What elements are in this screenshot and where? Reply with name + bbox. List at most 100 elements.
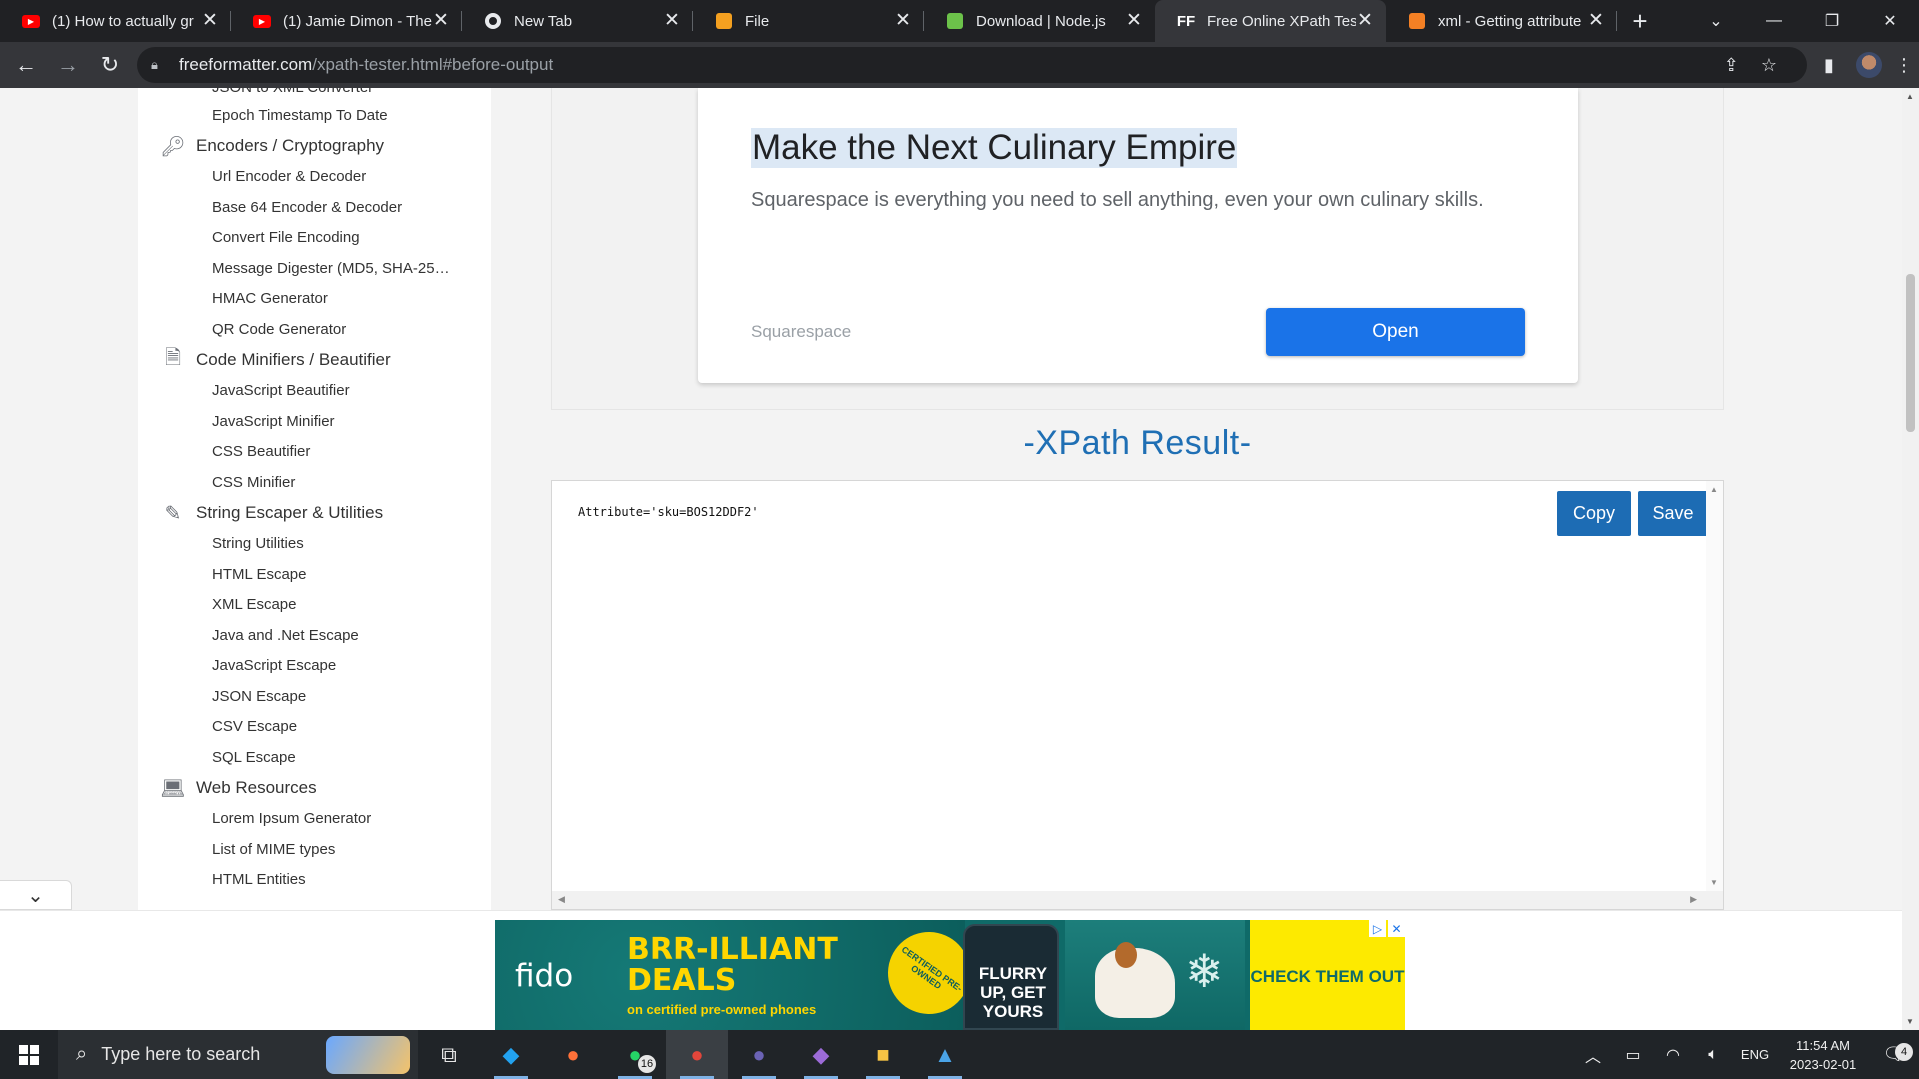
forward-icon[interactable]: → xyxy=(48,45,88,85)
menu-kebab-icon[interactable]: ⋮ xyxy=(1889,42,1919,88)
page-scroll-thumb[interactable] xyxy=(1906,274,1915,432)
result-vertical-scrollbar[interactable]: ▲ ▼ xyxy=(1706,481,1723,891)
taskbar-app[interactable]: ● xyxy=(542,1030,604,1079)
sidebar-section[interactable]: 🗎 Code Minifiers / Beautifier xyxy=(138,345,491,376)
ad-open-button[interactable]: Open xyxy=(1266,308,1525,356)
sidebar-item-cut[interactable]: JSON to XML Converter xyxy=(138,88,491,100)
taskbar-app[interactable]: ◆ xyxy=(790,1030,852,1079)
sidebar-item[interactable]: JavaScript Escape xyxy=(138,651,491,682)
sidebar-item[interactable]: Convert File Encoding xyxy=(138,223,491,254)
share-icon[interactable]: ⇪ xyxy=(1724,55,1739,76)
sidebar-item[interactable]: QR Code Generator xyxy=(138,314,491,345)
page-scroll-up-icon[interactable]: ▲ xyxy=(1906,92,1914,101)
xpath-result-output[interactable]: Attribute='sku=BOS12DDF2' Copy Save ▲ ▼ … xyxy=(551,480,1724,910)
tab-close-icon[interactable]: ✕ xyxy=(1356,11,1374,30)
bookmark-star-icon[interactable]: ☆ xyxy=(1761,55,1777,76)
browser-tab[interactable]: ▶ (1) Jamie Dimon - The ✕ xyxy=(231,0,462,42)
sidebar-item[interactable]: HTML Escape xyxy=(138,559,491,590)
search-highlight-art[interactable] xyxy=(326,1036,410,1074)
sidebar-item[interactable]: JSON Escape xyxy=(138,681,491,712)
sidebar-item[interactable]: Epoch Timestamp To Date xyxy=(138,100,491,131)
tab-close-icon[interactable]: ✕ xyxy=(663,11,681,30)
browser-tab[interactable]: xml - Getting attribute ✕ xyxy=(1386,0,1617,42)
ad-close-icon[interactable]: ✕ xyxy=(1388,920,1405,937)
tab-search-icon[interactable]: ⌄ xyxy=(1687,0,1745,42)
sidebar-item[interactable]: CSS Minifier xyxy=(138,467,491,498)
scroll-right-arrow-icon[interactable]: ▶ xyxy=(1690,894,1697,905)
minimize-icon[interactable]: — xyxy=(1745,0,1803,42)
browser-tab[interactable]: New Tab ✕ xyxy=(462,0,693,42)
sidebar-item[interactable]: String Utilities xyxy=(138,529,491,560)
address-bar[interactable]: 🔒︎ freeformatter.com/xpath-tester.html#b… xyxy=(137,47,1807,83)
sidebar-item[interactable]: XML Escape xyxy=(138,590,491,621)
restore-icon[interactable]: ❐ xyxy=(1803,0,1861,42)
sidebar-item[interactable]: HTML Entities xyxy=(138,865,491,896)
clock[interactable]: 11:54 AM 2023-02-01 xyxy=(1777,1036,1869,1074)
ad-brand[interactable]: Squarespace xyxy=(751,322,851,342)
sidebar-section[interactable]: 🔑︎ Encoders / Cryptography xyxy=(138,131,491,162)
taskbar-app[interactable]: ▲ xyxy=(914,1030,976,1079)
sidebar-item[interactable]: SQL Escape xyxy=(138,742,491,773)
browser-tab[interactable]: FF Free Online XPath Tes ✕ xyxy=(1155,0,1386,42)
start-button[interactable] xyxy=(0,1030,58,1079)
tab-close-icon[interactable]: ✕ xyxy=(201,11,219,30)
sidebar-item[interactable]: CSV Escape xyxy=(138,712,491,743)
sidebar-item[interactable]: HMAC Generator xyxy=(138,284,491,315)
taskbar-app[interactable]: ⧉ xyxy=(418,1030,480,1079)
wifi-icon[interactable]: ◠ xyxy=(1653,1045,1693,1065)
page-scroll-down-icon[interactable]: ▼ xyxy=(1906,1017,1914,1026)
reload-icon[interactable]: ↻ xyxy=(90,45,130,85)
show-hidden-icons-chevron-icon[interactable]: ︿ xyxy=(1573,1043,1613,1067)
sidebar-item[interactable]: Message Digester (MD5, SHA-25… xyxy=(138,253,491,284)
fido-banner-ad[interactable]: fido BRR-ILLIANT DEALS on certified pre-… xyxy=(495,920,1405,1030)
browser-tab[interactable]: Download | Node.js ✕ xyxy=(924,0,1155,42)
side-panel-icon[interactable]: ▮ xyxy=(1809,42,1849,88)
taskbar-search[interactable]: ⌕ Type here to search xyxy=(58,1030,418,1079)
close-window-icon[interactable]: ✕ xyxy=(1861,0,1919,42)
language-indicator[interactable]: ENG xyxy=(1733,1047,1777,1062)
notification-center-icon[interactable]: 🗨︎ 4 xyxy=(1869,1043,1919,1065)
volume-muted-icon[interactable]: 🔈︎ xyxy=(1693,1046,1733,1064)
ad-card[interactable]: Make the Next Culinary Empire Squarespac… xyxy=(698,88,1578,383)
profile-avatar[interactable] xyxy=(1849,42,1889,88)
sidebar-item[interactable]: CSS Beautifier xyxy=(138,437,491,468)
sidebar-item[interactable]: Java and .Net Escape xyxy=(138,620,491,651)
tab-close-icon[interactable]: ✕ xyxy=(1125,11,1143,30)
result-horizontal-scrollbar[interactable]: ◀ ▶ xyxy=(552,891,1723,909)
sidebar-item[interactable]: JavaScript Minifier xyxy=(138,406,491,437)
sidebar-section[interactable]: ✎ String Escaper & Utilities xyxy=(138,498,491,529)
sidebar-item[interactable]: Base 64 Encoder & Decoder xyxy=(138,192,491,223)
taskbar-app[interactable]: ● xyxy=(666,1030,728,1079)
scroll-down-arrow-icon[interactable]: ▼ xyxy=(1710,878,1718,887)
copy-button[interactable]: Copy xyxy=(1557,491,1631,536)
tab-close-icon[interactable]: ✕ xyxy=(894,11,912,30)
back-icon[interactable]: ← xyxy=(6,45,46,85)
taskbar-app[interactable]: ■ xyxy=(852,1030,914,1079)
sidebar-collapse-chevron-icon[interactable]: ⌄ xyxy=(0,880,72,910)
save-button[interactable]: Save xyxy=(1638,491,1708,536)
lock-icon[interactable]: 🔒︎ xyxy=(151,57,165,73)
taskbar-app[interactable]: ● xyxy=(728,1030,790,1079)
sidebar-item[interactable]: Lorem Ipsum Generator xyxy=(138,804,491,835)
ad-title[interactable]: Make the Next Culinary Empire xyxy=(751,128,1238,168)
sidebar-item[interactable]: List of MIME types xyxy=(138,834,491,865)
ad-description: Squarespace is everything you need to se… xyxy=(751,189,1484,211)
ad-choices[interactable]: ▷ ✕ xyxy=(1369,920,1405,937)
sidebar-section[interactable]: 💻︎ Web Resources xyxy=(138,773,491,804)
battery-icon[interactable]: ▭ xyxy=(1613,1045,1653,1065)
taskbar-app[interactable]: ● 16 xyxy=(604,1030,666,1079)
tab-close-icon[interactable]: ✕ xyxy=(1587,11,1605,30)
sidebar-item[interactable]: Url Encoder & Decoder xyxy=(138,162,491,193)
tab-close-icon[interactable]: ✕ xyxy=(432,11,450,30)
tab-title: File xyxy=(745,12,770,30)
adchoices-icon[interactable]: ▷ xyxy=(1369,920,1386,937)
result-text[interactable]: Attribute='sku=BOS12DDF2' xyxy=(578,505,759,519)
sidebar-item[interactable]: JavaScript Beautifier xyxy=(138,376,491,407)
new-tab-plus-icon[interactable]: + xyxy=(1617,0,1663,42)
taskbar-app[interactable]: ◆ xyxy=(480,1030,542,1079)
browser-tab[interactable]: ▶ (1) How to actually gr ✕ xyxy=(0,0,231,42)
scroll-left-arrow-icon[interactable]: ◀ xyxy=(558,894,565,905)
page-scrollbar[interactable]: ▲ ▼ xyxy=(1902,88,1919,1030)
browser-tab[interactable]: File ✕ xyxy=(693,0,924,42)
scroll-up-arrow-icon[interactable]: ▲ xyxy=(1710,485,1718,494)
